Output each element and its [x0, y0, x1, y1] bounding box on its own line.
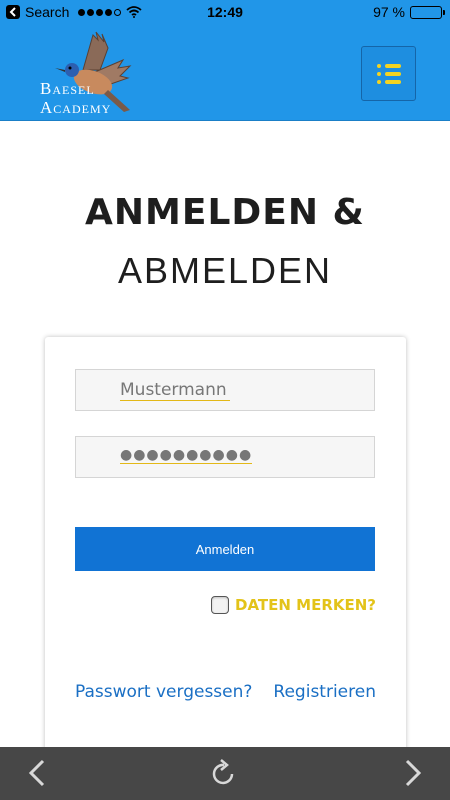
reload-icon [212, 759, 234, 785]
password-value: ●●●●●●●●●● [120, 447, 253, 464]
remember-checkbox[interactable] [211, 596, 229, 614]
remember-label[interactable]: DATEN MERKEN? [235, 596, 376, 614]
login-card: Mustermann ●●●●●●●●●● Anmelden DATEN MER… [45, 337, 406, 757]
username-field[interactable]: Mustermann [75, 369, 375, 411]
logo-line1: Baesel [40, 79, 95, 98]
forgot-password-link[interactable]: Passwort vergessen? [75, 682, 252, 702]
page-title-line1: ANMELDEN & [85, 192, 365, 233]
chevron-left-icon [28, 759, 45, 787]
logo-line2: Academy [40, 98, 112, 117]
app-header: Baesel Academy [0, 24, 450, 121]
list-menu-icon [376, 63, 401, 68]
username-value: Mustermann [120, 380, 230, 401]
menu-button[interactable] [361, 46, 416, 101]
browser-toolbar [0, 747, 450, 800]
reload-button[interactable] [209, 758, 239, 788]
page-title-line2: ABMELDEN [117, 250, 333, 291]
register-link[interactable]: Registrieren [273, 682, 376, 702]
forward-button[interactable] [398, 758, 428, 788]
back-button[interactable] [22, 758, 52, 788]
logo-text: Baesel Academy [40, 79, 111, 117]
battery-percent: 97 % [373, 4, 405, 20]
chevron-right-icon [405, 759, 422, 787]
remember-me[interactable]: DATEN MERKEN? [211, 596, 376, 614]
battery-icon [410, 5, 445, 19]
login-button[interactable]: Anmelden [75, 527, 375, 571]
status-bar: Search 12:49 97 % [0, 0, 450, 24]
password-field[interactable]: ●●●●●●●●●● [75, 436, 375, 478]
